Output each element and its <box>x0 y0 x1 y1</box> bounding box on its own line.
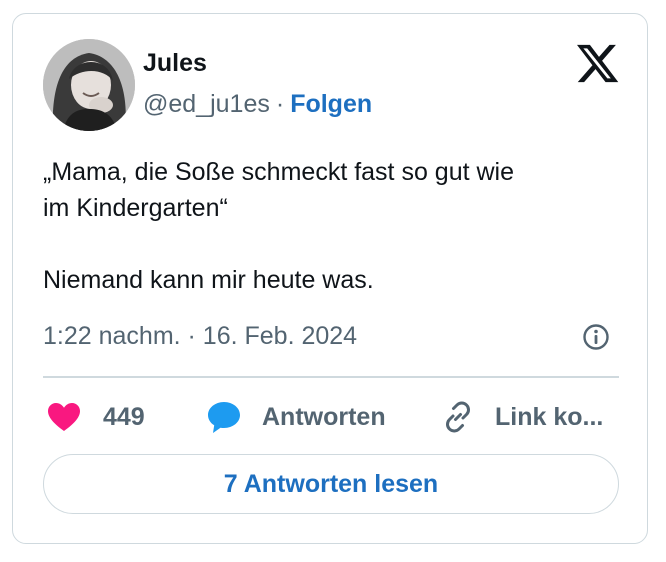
avatar[interactable] <box>43 39 135 131</box>
handle-separator: · <box>275 90 285 118</box>
copy-link-button[interactable]: Link ko... <box>441 397 603 437</box>
like-button[interactable]: 449 <box>47 397 145 437</box>
tweet-card: Jules @ed_ju1es · Folgen „Mama, die Soße s… <box>12 13 648 544</box>
tweet-timestamp[interactable]: 1:22 nachm. · 16. Feb. 2024 <box>43 321 357 351</box>
author-handle[interactable]: @ed_ju1es <box>143 90 270 118</box>
like-count: 449 <box>103 402 145 431</box>
author-handle-row: @ed_ju1es · Folgen <box>143 89 372 119</box>
heart-icon <box>48 403 80 431</box>
author-name[interactable]: Jules <box>143 48 207 78</box>
copy-link-label: Link ko... <box>495 402 604 431</box>
reply-label: Antworten <box>262 402 386 431</box>
speech-bubble-icon <box>208 402 240 433</box>
divider <box>43 376 619 378</box>
read-replies-button[interactable]: 7 Antworten lesen <box>43 454 619 514</box>
info-icon[interactable] <box>582 323 610 351</box>
avatar-photo <box>43 39 135 131</box>
tweet-text: „Mama, die Soße schmeckt fast so gut wie… <box>43 158 515 294</box>
follow-button[interactable]: Folgen <box>290 90 372 118</box>
reply-button[interactable]: Antworten <box>206 397 386 437</box>
link-icon <box>445 401 471 433</box>
x-logo-icon[interactable] <box>575 44 619 84</box>
